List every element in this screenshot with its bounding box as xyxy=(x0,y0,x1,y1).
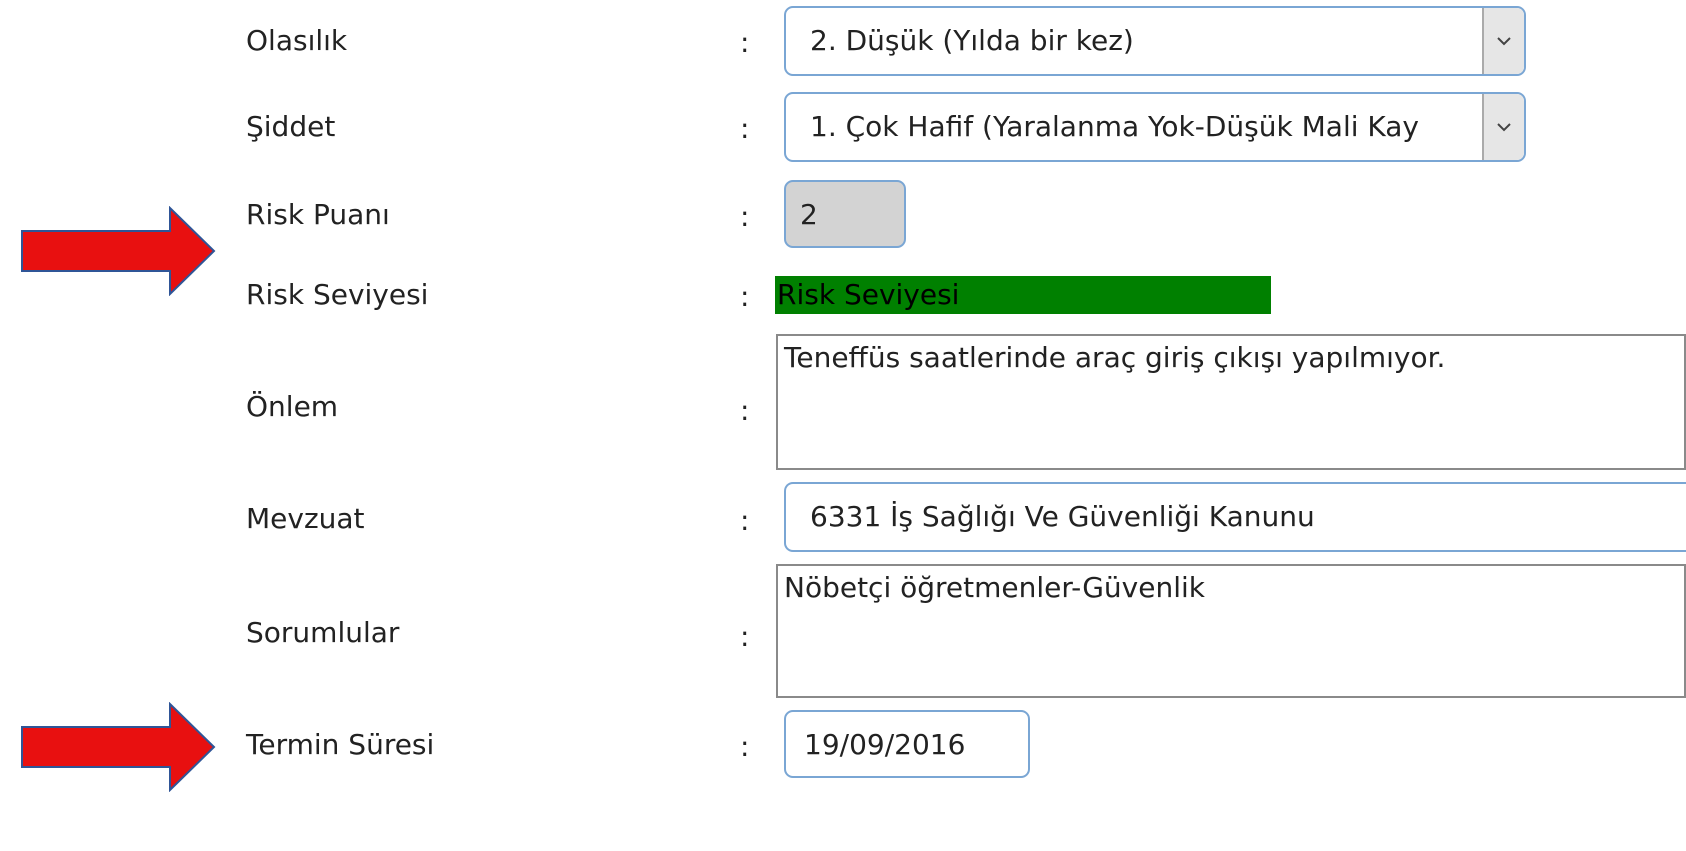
termin-suresi-label: Termin Süresi xyxy=(246,728,435,761)
onlem-textarea[interactable]: Teneffüs saatlerinde araç giriş çıkışı y… xyxy=(776,334,1686,470)
olasilik-selected-value: 2. Düşük (Yılda bir kez) xyxy=(810,24,1134,57)
olasilik-select[interactable]: 2. Düşük (Yılda bir kez) xyxy=(784,6,1526,76)
sorumlular-separator: : xyxy=(740,620,750,653)
risk-seviyesi-indicator: Risk Seviyesi xyxy=(775,276,1271,314)
chevron-down-icon[interactable] xyxy=(1482,94,1524,160)
sorumlular-textarea[interactable]: Nöbetçi öğretmenler-Güvenlik xyxy=(776,564,1686,698)
onlem-separator: : xyxy=(740,394,750,427)
chevron-down-icon[interactable] xyxy=(1482,8,1524,74)
mevzuat-input[interactable]: 6331 İş Sağlığı Ve Güvenliği Kanunu xyxy=(784,482,1686,552)
risk-puani-label: Risk Puanı xyxy=(246,198,390,231)
olasilik-separator: : xyxy=(740,26,750,59)
siddet-label: Şiddet xyxy=(246,110,336,143)
annotation-arrow-termin-suresi-icon xyxy=(21,702,216,792)
termin-suresi-separator: : xyxy=(740,730,750,763)
siddet-select[interactable]: 1. Çok Hafif (Yaralanma Yok-Düşük Mali K… xyxy=(784,92,1526,162)
mevzuat-separator: : xyxy=(740,504,750,537)
olasilik-label: Olasılık xyxy=(246,24,348,57)
termin-suresi-date-input[interactable]: 19/09/2016 xyxy=(784,710,1030,778)
siddet-selected-value: 1. Çok Hafif (Yaralanma Yok-Düşük Mali K… xyxy=(810,110,1419,143)
risk-seviyesi-label: Risk Seviyesi xyxy=(246,278,429,311)
annotation-arrow-risk-puani-icon xyxy=(21,206,216,296)
sorumlular-label: Sorumlular xyxy=(246,616,400,649)
risk-puani-separator: : xyxy=(740,200,750,233)
mevzuat-label: Mevzuat xyxy=(246,502,365,535)
risk-puani-field: 2 xyxy=(784,180,906,248)
siddet-separator: : xyxy=(740,112,750,145)
risk-seviyesi-separator: : xyxy=(740,280,750,313)
onlem-label: Önlem xyxy=(246,390,339,423)
